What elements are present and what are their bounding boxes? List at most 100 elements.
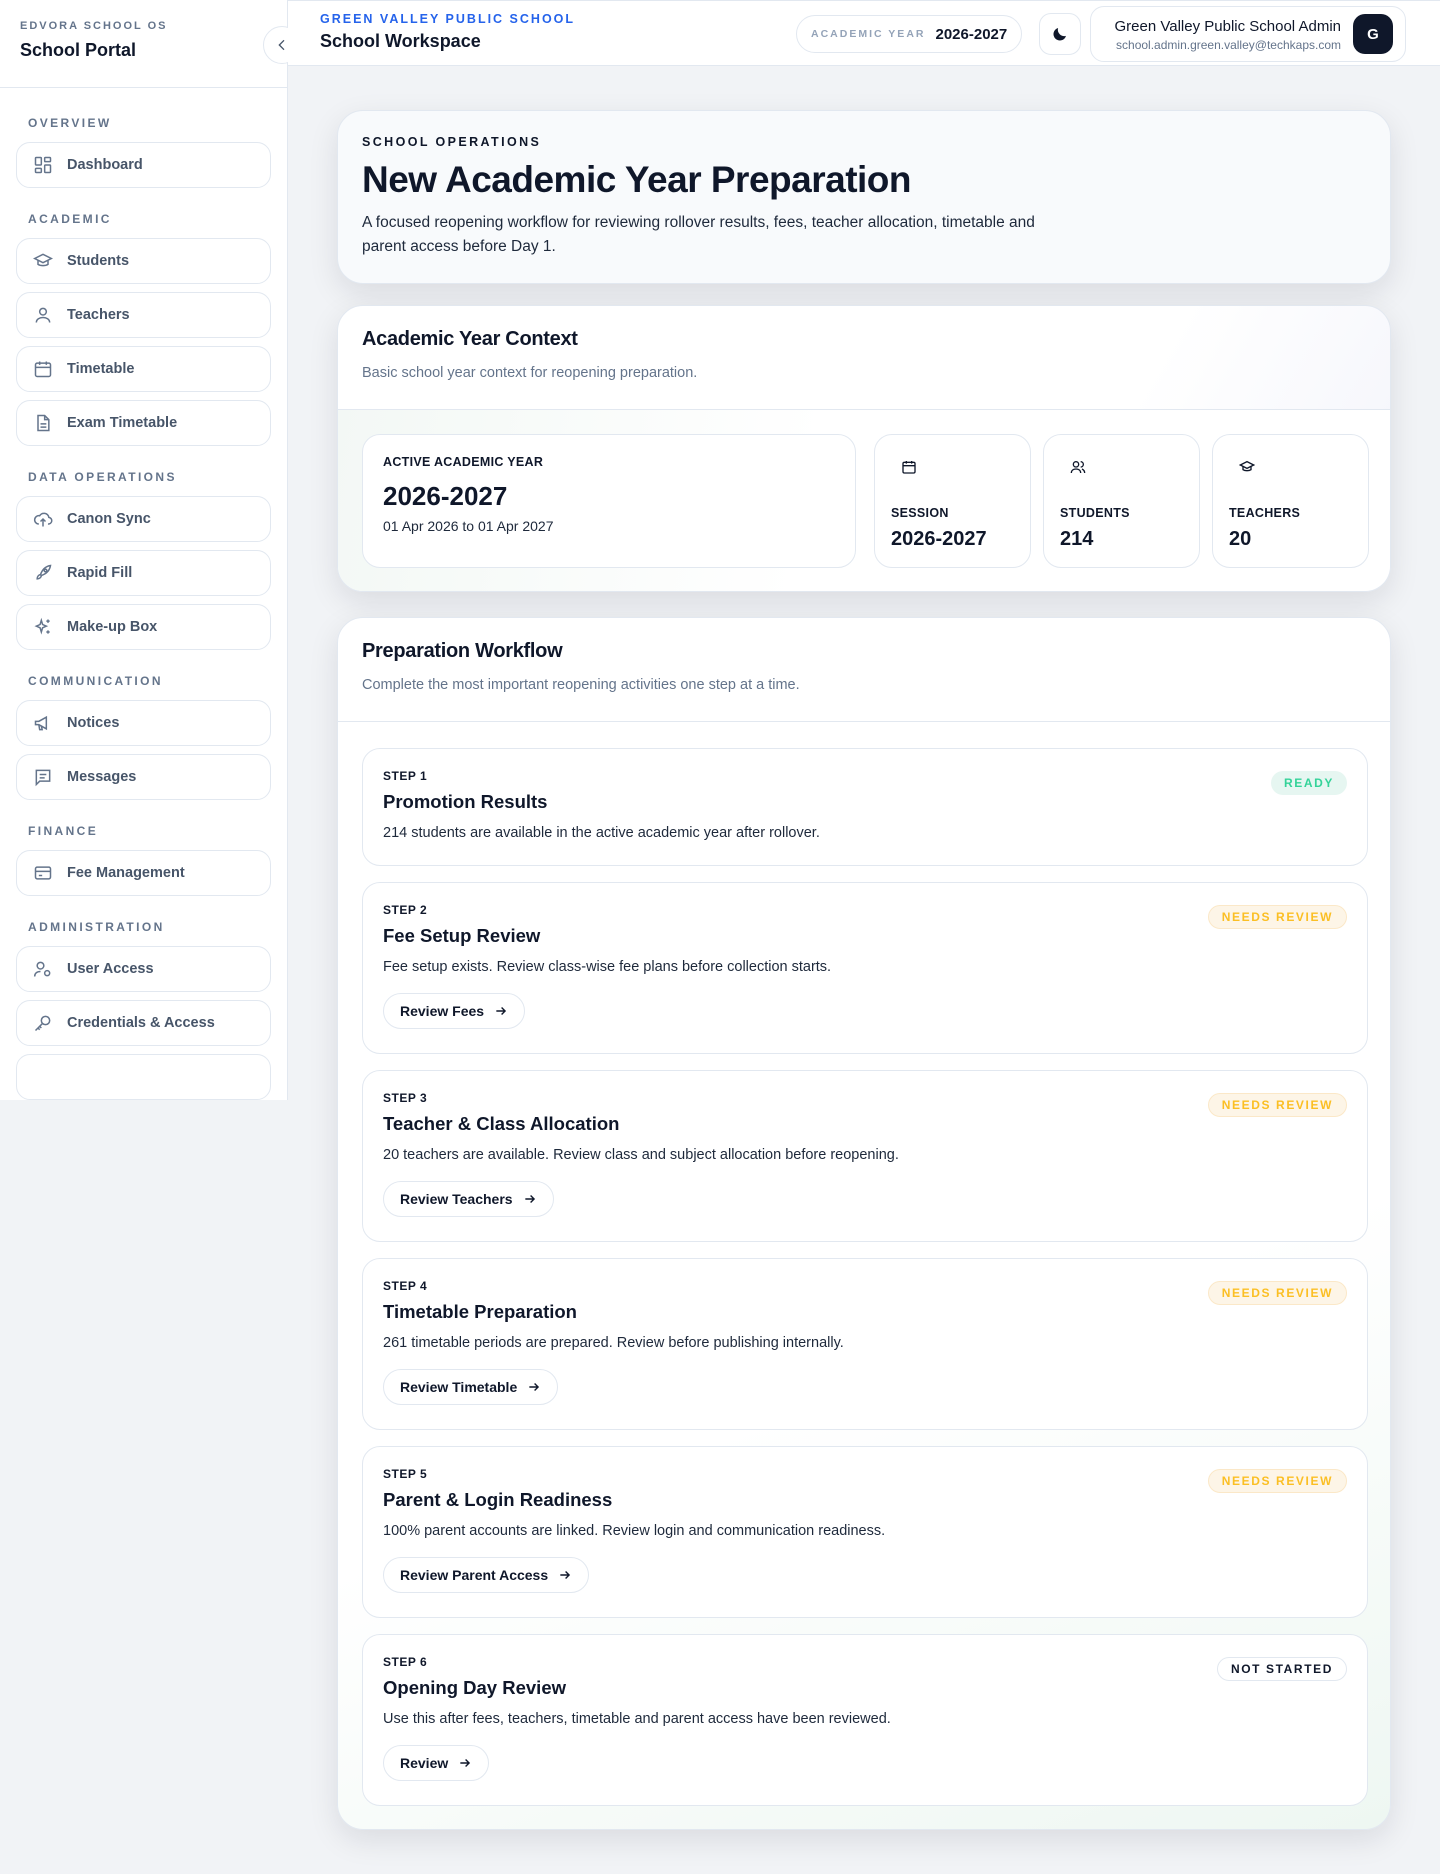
nav-group-academic: ACADEMIC Students Teachers Timetable Exa… xyxy=(16,212,271,446)
step-description: 100% parent accounts are linked. Review … xyxy=(383,1523,886,1539)
sidebar-item-label: User Access xyxy=(67,961,154,977)
active-year-label: ACTIVE ACADEMIC YEAR xyxy=(383,455,544,469)
nav-section-label: ACADEMIC xyxy=(28,212,112,226)
moon-icon xyxy=(1053,28,1066,41)
button-label: Review Parent Access xyxy=(400,1567,549,1583)
step-title: Opening Day Review xyxy=(383,1677,566,1698)
academic-year-label: ACADEMIC YEAR xyxy=(811,28,926,40)
nav-group-administration: ADMINISTRATION User Access Credentials &… xyxy=(16,920,271,1100)
workflow-step-1: STEP 1 Promotion Results 214 students ar… xyxy=(362,748,1368,866)
avatar: G xyxy=(1353,14,1393,54)
status-badge: READY xyxy=(1270,771,1347,795)
workspace-title: School Workspace xyxy=(320,31,481,51)
credit-card-icon xyxy=(34,866,52,880)
cloud-upload-icon xyxy=(33,512,53,527)
sidebar-item-canon-sync[interactable]: Canon Sync xyxy=(16,496,271,542)
workflow-step-6: STEP 6 Opening Day Review Use this after… xyxy=(362,1634,1368,1806)
graduation-cap-icon xyxy=(1238,460,1256,472)
brand-kicker: EDVORA SCHOOL OS xyxy=(20,20,168,32)
school-name: GREEN VALLEY PUBLIC SCHOOL xyxy=(320,12,576,26)
teachers-stat: TEACHERS 20 xyxy=(1212,434,1369,568)
sidebar-item-students[interactable]: Students xyxy=(16,238,271,284)
arrow-right-icon xyxy=(560,1571,571,1579)
workflow-step-2: STEP 2 Fee Setup Review Fee setup exists… xyxy=(362,882,1368,1054)
calendar-icon xyxy=(34,361,52,378)
step-number: STEP 5 xyxy=(383,1467,428,1481)
sidebar-item-label: Rapid Fill xyxy=(67,565,133,581)
brand-title: School Portal xyxy=(20,40,137,60)
arrow-right-icon xyxy=(529,1383,540,1391)
sidebar-item-timetable[interactable]: Timetable xyxy=(16,346,271,392)
sidebar-item-credentials-access[interactable]: Credentials & Access xyxy=(16,1000,271,1046)
active-year-value: 2026-2027 xyxy=(383,481,508,511)
workflow-step-4: STEP 4 Timetable Preparation 261 timetab… xyxy=(362,1258,1368,1430)
sidebar-item-exam-timetable[interactable]: Exam Timetable xyxy=(16,400,271,446)
page-title: New Academic Year Preparation xyxy=(362,159,912,200)
sidebar-item-user-access[interactable]: User Access xyxy=(16,946,271,992)
sidebar-item-notices[interactable]: Notices xyxy=(16,700,271,746)
workflow-title: Preparation Workflow xyxy=(362,640,563,662)
hero-card: SCHOOL OPERATIONS New Academic Year Prep… xyxy=(337,110,1391,284)
graduation-cap-icon xyxy=(33,253,53,267)
hero-description: A focused reopening workflow for reviewi… xyxy=(362,214,1035,255)
sidebar-item-label: Make-up Box xyxy=(67,619,158,635)
nav-section-label: COMMUNICATION xyxy=(28,674,163,688)
sidebar-item-label: Notices xyxy=(67,715,120,731)
step-title: Promotion Results xyxy=(383,791,548,812)
sidebar-item-teachers[interactable]: Teachers xyxy=(16,292,271,338)
teachers-value: 20 xyxy=(1229,528,1252,550)
user-email: school.admin.green.valley@techkaps.com xyxy=(1116,38,1341,52)
review-timetable-button[interactable]: Review Timetable xyxy=(383,1369,559,1405)
nav-section-label: FINANCE xyxy=(28,824,99,838)
step-title: Timetable Preparation xyxy=(383,1301,577,1322)
step-title: Fee Setup Review xyxy=(383,925,541,946)
status-badge: NEEDS REVIEW xyxy=(1207,905,1347,929)
step-number: STEP 2 xyxy=(383,903,428,917)
step-description: 261 timetable periods are prepared. Revi… xyxy=(383,1335,844,1351)
sidebar-item-label: Teachers xyxy=(67,307,130,323)
top-header: GREEN VALLEY PUBLIC SCHOOL School Worksp… xyxy=(288,0,1440,66)
sidebar-item-label: Messages xyxy=(67,769,137,785)
session-stat: SESSION 2026-2027 xyxy=(874,434,1031,568)
nav-section-label: OVERVIEW xyxy=(28,116,112,130)
sidebar-item-messages[interactable]: Messages xyxy=(16,754,271,800)
theme-toggle-button[interactable] xyxy=(1039,13,1081,55)
key-icon xyxy=(34,1015,51,1032)
dashboard-icon xyxy=(34,156,52,174)
active-year-stat: ACTIVE ACADEMIC YEAR 2026-2027 01 Apr 20… xyxy=(362,434,856,568)
sidebar-item-fee-management[interactable]: Fee Management xyxy=(16,850,271,896)
step-number: STEP 6 xyxy=(383,1655,428,1669)
sidebar: EDVORA SCHOOL OS School Portal OVERVIEW … xyxy=(0,0,288,1100)
workflow-subtitle: Complete the most important reopening ac… xyxy=(362,677,800,693)
review-teachers-button[interactable]: Review Teachers xyxy=(383,1181,554,1217)
user-menu[interactable]: Green Valley Public School Admin school.… xyxy=(1090,6,1406,62)
nav-group-communication: COMMUNICATION Notices Messages xyxy=(16,674,271,800)
sidebar-item-dashboard[interactable]: Dashboard xyxy=(16,142,271,188)
button-label: Review Teachers xyxy=(400,1191,513,1207)
academic-year-value: 2026-2027 xyxy=(935,25,1008,43)
sidebar-item-make-up-box[interactable]: Make-up Box xyxy=(16,604,271,650)
sidebar-brand: EDVORA SCHOOL OS School Portal xyxy=(0,0,287,88)
user-icon xyxy=(35,307,51,323)
sidebar-item-label: Dashboard xyxy=(67,157,143,173)
megaphone-icon xyxy=(34,715,48,731)
context-title: Academic Year Context xyxy=(362,328,578,350)
sidebar-item-partial[interactable] xyxy=(16,1054,271,1100)
step-description: Fee setup exists. Review class-wise fee … xyxy=(383,959,832,975)
sidebar-item-label: Credentials & Access xyxy=(67,1015,215,1031)
workflow-step-5: STEP 5 Parent & Login Readiness 100% par… xyxy=(362,1446,1368,1618)
arrow-right-icon xyxy=(460,1759,471,1767)
sidebar-item-rapid-fill[interactable]: Rapid Fill xyxy=(16,550,271,596)
arrow-right-icon xyxy=(496,1007,507,1015)
nav-group-overview: OVERVIEW Dashboard xyxy=(16,116,271,188)
review-button[interactable]: Review xyxy=(383,1745,490,1781)
nav-section-label: DATA OPERATIONS xyxy=(28,470,177,484)
academic-year-selector[interactable]: ACADEMIC YEAR 2026-2027 xyxy=(796,15,1023,53)
step-number: STEP 4 xyxy=(383,1279,428,1293)
session-label: SESSION xyxy=(891,506,949,520)
context-subtitle: Basic school year context for reopening … xyxy=(362,365,698,381)
review-fees-button[interactable]: Review Fees xyxy=(383,993,526,1029)
arrow-right-icon xyxy=(524,1195,535,1203)
users-icon xyxy=(1070,461,1086,474)
review-parent-access-button[interactable]: Review Parent Access xyxy=(383,1557,590,1593)
